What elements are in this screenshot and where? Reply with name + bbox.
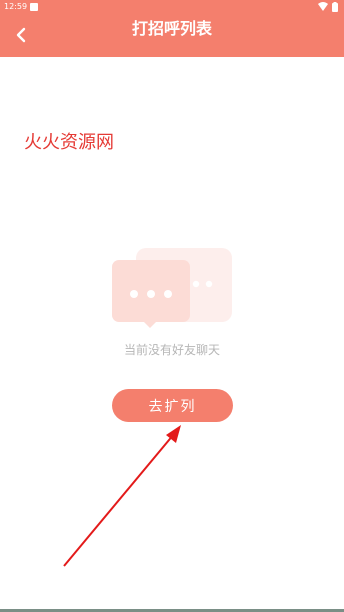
expand-friends-button[interactable]: 去扩列: [112, 389, 233, 422]
status-time: 12:59: [4, 2, 28, 11]
battery-icon: [332, 2, 338, 12]
watermark-text: 火火资源网: [24, 132, 114, 153]
chat-bubbles-icon: [112, 248, 232, 328]
app-bar: 打招呼列表: [0, 14, 344, 57]
wifi-icon: [318, 2, 328, 11]
notification-icon: [30, 3, 38, 11]
empty-state-message: 当前没有好友聊天: [123, 343, 220, 357]
status-bar: 12:59: [0, 0, 344, 14]
page-title: 打招呼列表: [131, 19, 212, 38]
